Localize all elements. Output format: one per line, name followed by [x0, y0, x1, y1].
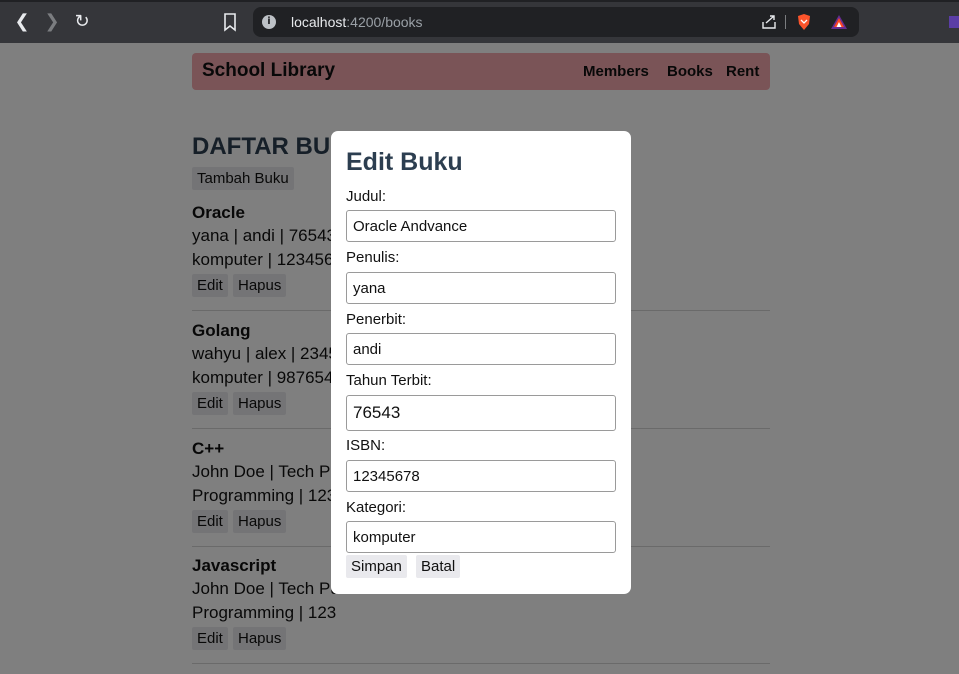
reload-icon[interactable]: ↻ [70, 10, 94, 34]
author-input[interactable] [346, 272, 616, 304]
modal-title: Edit Buku [346, 148, 463, 176]
save-button[interactable]: Simpan [346, 555, 407, 578]
browser-toolbar: ❮ ❯ ↻ i localhost:4200/books [0, 0, 959, 43]
toolbar-separator [785, 15, 786, 29]
title-label: Judul: [346, 188, 387, 205]
category-input[interactable] [346, 521, 616, 553]
url-path: :4200/books [346, 14, 423, 30]
brave-shields-icon[interactable] [795, 13, 813, 31]
publisher-label: Penerbit: [346, 311, 407, 328]
back-icon[interactable]: ❮ [10, 10, 34, 34]
url-text[interactable]: localhost:4200/books [291, 14, 423, 30]
title-input[interactable] [346, 210, 616, 242]
year-label: Tahun Terbit: [346, 372, 432, 389]
category-label: Kategori: [346, 499, 407, 516]
address-bar[interactable]: i localhost:4200/books [253, 7, 859, 37]
author-label: Penulis: [346, 249, 400, 266]
forward-icon[interactable]: ❯ [40, 10, 64, 34]
cancel-button[interactable]: Batal [416, 555, 461, 578]
publisher-input[interactable] [346, 333, 616, 365]
isbn-input[interactable] [346, 460, 616, 492]
share-icon[interactable] [761, 14, 777, 30]
bookmark-icon[interactable] [219, 10, 241, 34]
isbn-label: ISBN: [346, 437, 386, 454]
rewards-icon[interactable] [830, 13, 848, 31]
year-input[interactable] [346, 395, 616, 431]
edit-book-modal: Edit Buku Judul: Penulis: Penerbit: Tahu… [331, 131, 631, 594]
url-host: localhost [291, 14, 347, 30]
site-info-icon[interactable]: i [262, 15, 276, 29]
extension-icon[interactable] [945, 12, 959, 32]
